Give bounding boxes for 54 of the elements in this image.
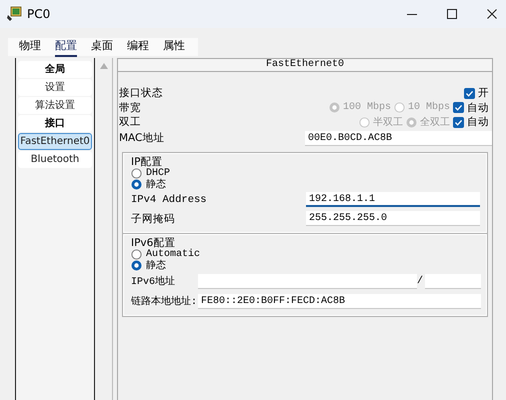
tab[interactable]: 属性 (163, 37, 185, 57)
radio-label: 静态 (146, 178, 166, 191)
radio-button[interactable] (359, 116, 370, 128)
mac-field[interactable]: 00E0.B0CD.AC8B (305, 130, 492, 146)
radio-button[interactable] (131, 168, 142, 178)
prefix-length-field[interactable] (425, 274, 481, 288)
field-label: 链路本地地址: (131, 294, 198, 308)
radio-button[interactable] (131, 260, 142, 270)
separator-text: / (417, 276, 424, 286)
field-label: IPv6地址 (131, 274, 176, 288)
panel-title: FastEthernet0 (118, 59, 492, 72)
field-label: 接口状态 (119, 86, 163, 100)
checkbox-label: 自动 (467, 115, 489, 130)
sidebar-item[interactable]: Bluetooth (18, 151, 92, 168)
field-label: IPv4 Address (131, 194, 208, 206)
window-title: PC0 (27, 7, 50, 21)
input-field[interactable]: 255.255.255.0 (306, 211, 480, 226)
field-label: 子网掩码 (131, 212, 176, 226)
radio-button[interactable] (394, 102, 405, 114)
group-title: IP配置 (131, 156, 164, 168)
radio-label: 静态 (146, 258, 166, 272)
sidebar-item[interactable]: 全局 (18, 61, 92, 78)
checkbox-label: 自动 (467, 100, 489, 115)
sidebar-item[interactable]: FastEthernet0 (18, 133, 92, 150)
radio-button[interactable] (131, 178, 142, 190)
option-label: 全双工 (420, 116, 450, 130)
field-label: MAC地址 (119, 131, 164, 145)
field-label: 带宽 (119, 100, 141, 115)
option-label: 半双工 (373, 116, 403, 130)
checkbox-label: 开 (478, 86, 489, 100)
radio-button[interactable] (131, 248, 142, 260)
radio-button[interactable] (328, 102, 340, 114)
close-icon[interactable] (486, 8, 498, 20)
tab[interactable]: 桌面 (91, 37, 113, 57)
radio-label: Automatic (146, 248, 200, 260)
tab[interactable]: 编程 (127, 37, 149, 57)
computer-icon (6, 6, 22, 22)
sidebar-item[interactable]: 设置 (18, 79, 92, 96)
checkbox[interactable] (453, 116, 464, 128)
checkbox[interactable] (464, 88, 475, 99)
option-label: 10 Mbps (408, 102, 450, 114)
ipv6-address-field[interactable] (198, 274, 417, 288)
input-field[interactable]: 192.168.1.1 (306, 192, 480, 207)
sidebar-item[interactable]: 算法设置 (18, 97, 92, 114)
radio-label: DHCP (146, 168, 170, 178)
sidebar-item[interactable]: 接口 (18, 115, 92, 132)
radio-button[interactable] (406, 116, 417, 128)
link-local-field[interactable]: FE80::2E0:B0FF:FECD:AC8B (198, 294, 481, 308)
maximize-icon[interactable] (446, 8, 458, 20)
tab[interactable]: 物理 (19, 37, 41, 57)
field-label: 双工 (119, 115, 141, 130)
checkbox[interactable] (453, 102, 464, 114)
group-title: IPv6配置 (131, 236, 176, 248)
option-label: 100 Mbps (342, 102, 391, 114)
